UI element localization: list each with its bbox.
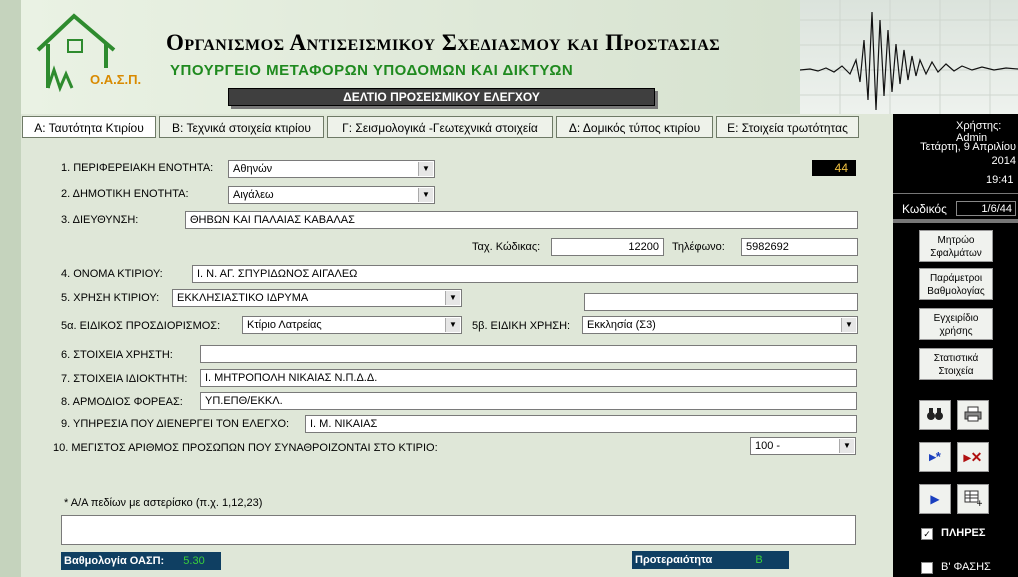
printer-icon [964, 406, 982, 425]
building-use-select[interactable]: ΕΚΚΛΗΣΙΑΣΤΙΚΟ ΙΔΡΥΜΑ ▼ [172, 289, 462, 307]
org-title: Οργανισμος Αντισεισμικου Σχεδιασμου και … [166, 30, 721, 55]
building-name-field[interactable]: Ι. Ν. ΑΓ. ΣΠΥΡΙΔΩΝΟΣ ΑΙΓΑΛΕΩ [192, 265, 858, 283]
special-use-value: Εκκλησία (Σ3) [587, 319, 656, 331]
address-label: 3. ΔΙΕΥΘΥΝΣΗ: [61, 214, 139, 226]
special-use-label: 5β. ΕΙΔΙΚΗ ΧΡΗΣΗ: [472, 320, 571, 332]
building-name-label: 4. ΟΝΟΜΑ ΚΤΙΡΙΟΥ: [61, 268, 163, 280]
municipality-label: 2. ΔΗΜΟΤΙΚΗ ΕΝΟΤΗΤΑ: [61, 188, 189, 200]
chevron-down-icon: ▼ [418, 162, 433, 176]
chevron-down-icon: ▼ [418, 188, 433, 202]
statistics-button[interactable]: Στατιστικά Στοιχεία [919, 348, 993, 380]
next-record-button[interactable]: ▶ [919, 484, 951, 514]
postal-code-field[interactable]: 12200 [551, 238, 664, 256]
table-add-icon: + [964, 490, 984, 509]
record-counter: 44 [812, 160, 856, 176]
phone-field[interactable]: 5982692 [741, 238, 858, 256]
max-persons-label: 10. ΜΕΓΙΣΤΟΣ ΑΡΙΘΜΟΣ ΠΡΟΣΩΠΩΝ ΠΟΥ ΣΥΝΑΘΡ… [53, 442, 438, 454]
special-spec-select[interactable]: Κτίριο Λατρείας ▼ [242, 316, 462, 334]
new-table-button[interactable]: + [957, 484, 989, 514]
chevron-down-icon: ▼ [841, 318, 856, 332]
chevron-down-icon: ▼ [839, 439, 854, 453]
priority-value: Β [755, 554, 763, 566]
inspection-service-label: 9. ΥΠΗΡΕΣΙΑ ΠΟΥ ΔΙΕΝΕΡΓΕΙ ΤΟΝ ΕΛΕΓΧΟ: [61, 418, 290, 430]
ministry-title: ΥΠΟΥΡΓΕΙΟ ΜΕΤΑΦΟΡΩΝ ΥΠΟΔΟΜΩΝ ΚΑΙ ΔΙΚΤΥΩΝ [170, 62, 574, 79]
new-record-icon: ▸* [929, 449, 941, 464]
delete-record-button[interactable]: ▸✕ [957, 442, 989, 472]
print-button[interactable] [957, 400, 989, 430]
building-use-extra-field[interactable] [584, 293, 858, 311]
tab-structural-type[interactable]: Δ: Δομικός τύπος κτιρίου [556, 116, 713, 138]
chevron-down-icon: ▼ [445, 291, 460, 305]
tab-vulnerability[interactable]: Ε: Στοιχεία τρωτότητας [716, 116, 859, 138]
inspection-service-field[interactable]: Ι. Μ. ΝΙΚΑΙΑΣ [305, 415, 857, 433]
priority-bar: Προτεραιότητα Β [632, 551, 789, 569]
address-field[interactable]: ΘΗΒΩΝ ΚΑΙ ΠΑΛΑΙΑΣ ΚΑΒΑΛΑΣ [185, 211, 858, 229]
region-value: Αθηνών [233, 163, 273, 175]
tab-seismological[interactable]: Γ: Σεισμολογικά -Γεωτεχνικά στοιχεία [327, 116, 553, 138]
score-value: 5.30 [183, 555, 205, 567]
municipality-value: Αιγάλεω [233, 189, 274, 201]
user-info-label: 6. ΣΤΟΙΧΕΙΑ ΧΡΗΣΤΗ: [61, 349, 173, 361]
score-bar: Βαθμολογία ΟΑΣΠ: 5.30 [61, 552, 221, 570]
special-spec-label: 5α. ΕΙΔΙΚΟΣ ΠΡΟΣΔΙΟΡΙΣΜΟΣ: [61, 320, 221, 332]
seismograph-banner [799, 0, 1018, 114]
chevron-down-icon: ▼ [445, 318, 460, 332]
logo-text: Ο.Α.Σ.Π. [90, 72, 142, 87]
delete-record-icon: ▸✕ [963, 448, 983, 465]
special-spec-value: Κτίριο Λατρείας [247, 319, 322, 331]
priority-label: Προτεραιότητα [635, 554, 713, 566]
owner-info-label: 7. ΣΤΟΙΧΕΙΑ ΙΔΙΟΚΤΗΤΗ: [61, 373, 188, 385]
score-label: Βαθμολογία ΟΑΣΠ: [64, 555, 165, 567]
full-checkbox-label: ΠΛΗΡΕΣ [941, 527, 986, 539]
divider [893, 219, 1018, 223]
authority-field[interactable]: ΥΠ.ΕΠΘ/ΕΚΚΛ. [200, 392, 857, 410]
time-label: 19:41 [986, 174, 1014, 186]
tab-technical[interactable]: Β: Τεχνικά στοιχεία κτιρίου [159, 116, 324, 138]
user-manual-button[interactable]: Εγχειρίδιο χρήσης [919, 308, 993, 340]
region-select[interactable]: Αθηνών ▼ [228, 160, 435, 178]
play-icon: ▶ [930, 492, 940, 506]
full-checkbox[interactable]: ✓ [921, 528, 933, 540]
svg-text:+: + [976, 499, 982, 506]
scoring-params-button[interactable]: Παράμετροι Βαθμολογίας [919, 268, 993, 300]
max-persons-value: 100 - [755, 440, 781, 452]
asterisk-fields-input[interactable] [61, 515, 856, 545]
phase-checkbox[interactable] [921, 562, 933, 574]
building-use-value: ΕΚΚΛΗΣΙΑΣΤΙΚΟ ΙΔΡΥΜΑ [177, 292, 309, 304]
code-label: Κωδικός [902, 202, 947, 216]
municipality-select[interactable]: Αιγάλεω ▼ [228, 186, 435, 204]
authority-label: 8. ΑΡΜΟΔΙΟΣ ΦΟΡΕΑΣ: [61, 396, 183, 408]
postal-code-label: Ταχ. Κώδικας: [472, 241, 541, 253]
special-use-select[interactable]: Εκκλησία (Σ3) ▼ [582, 316, 858, 334]
tab-identity[interactable]: Α: Ταυτότητα Κτιρίου [22, 116, 156, 138]
asterisk-note-label: * Α/Α πεδίων με αστερίσκο (π.χ. 1,12,23) [64, 497, 263, 509]
divider [893, 193, 1018, 194]
owner-info-field[interactable]: Ι. ΜΗΤΡΟΠΟΛΗ ΝΙΚΑΙΑΣ Ν.Π.Δ.Δ. [200, 369, 857, 387]
code-value: 1/6/44 [956, 201, 1016, 216]
max-persons-select[interactable]: 100 - ▼ [750, 437, 856, 455]
region-label: 1. ΠΕΡΙΦΕΡΕΙΑΚΗ ΕΝΟΤΗΤΑ: [61, 162, 214, 174]
date-label: Τετάρτη, 9 Απριλίου 2014 [920, 141, 1016, 167]
phase-checkbox-label: Β' ΦΑΣΗΣ [941, 561, 991, 573]
form-title: ΔΕΛΤΙΟ ΠΡΟΣΕΙΣΜΙΚΟΥ ΕΛΕΓΧΟΥ [228, 88, 655, 106]
error-log-button[interactable]: Μητρώο Σφαλμάτων [919, 230, 993, 262]
new-record-button[interactable]: ▸* [919, 442, 951, 472]
find-button[interactable] [919, 400, 951, 430]
binoculars-icon [926, 407, 944, 424]
phone-label: Τηλέφωνο: [672, 241, 725, 253]
left-border [0, 0, 21, 577]
user-info-field[interactable] [200, 345, 857, 363]
building-use-label: 5. ΧΡΗΣΗ ΚΤΙΡΙΟΥ: [61, 292, 160, 304]
